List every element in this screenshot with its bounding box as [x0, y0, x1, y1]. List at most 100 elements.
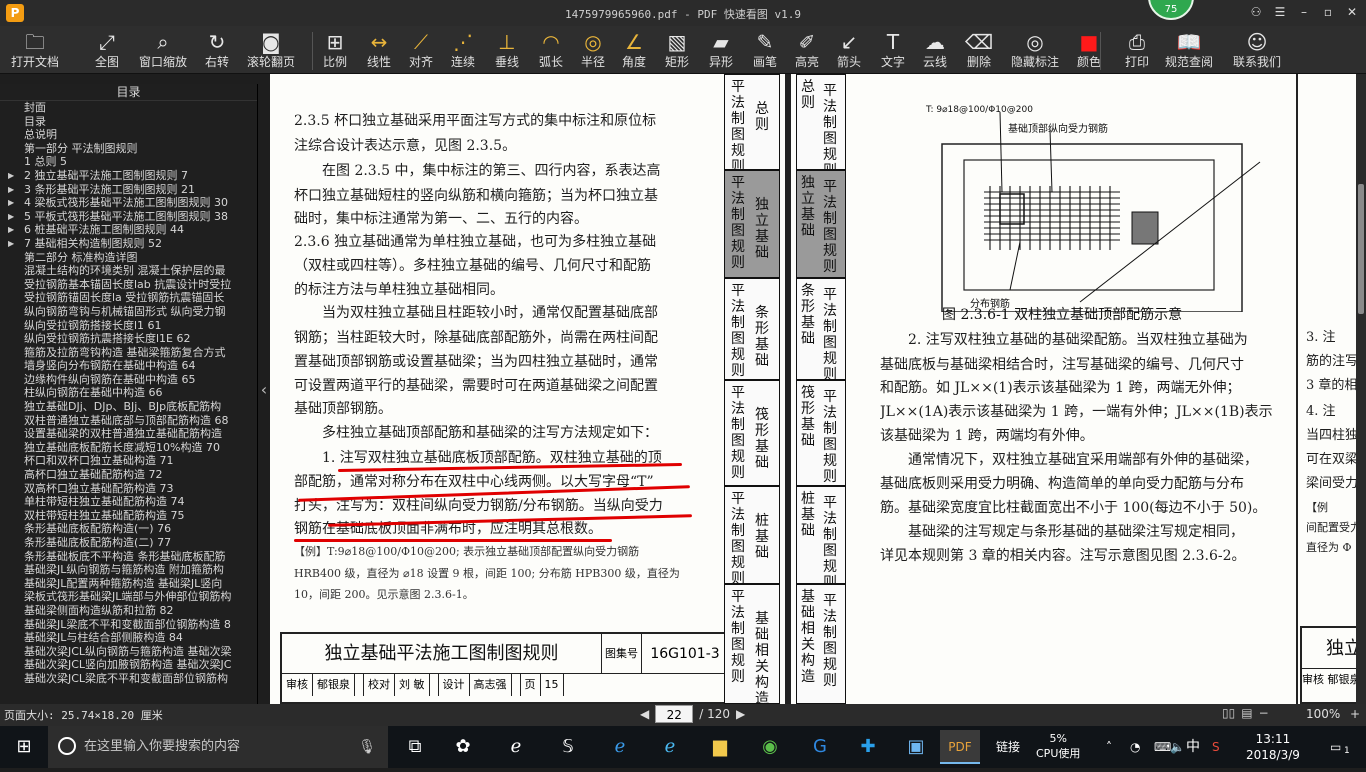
tool-eraser-button[interactable]: ⌫ 删除 [962, 29, 996, 73]
toc-item[interactable]: 基础梁侧面构造纵筋和拉筋 82 [0, 604, 257, 618]
toc-item[interactable]: 边缘构件纵向钢筋在基础中构造 65 [0, 373, 257, 387]
toc-item[interactable]: 双柱普通独立基础底部与顶部配筋构造 68 [0, 414, 257, 428]
toc-item[interactable]: 双高杯口独立基础配筋构造 73 [0, 482, 257, 496]
photo-app-icon[interactable]: ▣ [896, 730, 936, 764]
tool-hide-button[interactable]: ◎ 隐藏标注 [1008, 29, 1062, 73]
toc-item[interactable]: 纵向受拉钢筋搭接长度l1 61 [0, 319, 257, 333]
toc-item[interactable]: 独立基础底板配筋长度减短10%构造 70 [0, 441, 257, 455]
expand-arrow-icon[interactable]: ▶ [8, 169, 14, 183]
tray-up-arrow-icon[interactable]: ˄ [1106, 726, 1112, 768]
toc-item[interactable]: 基础梁JL纵向钢筋与箍筋构造 附加箍筋构 [0, 563, 257, 577]
tool-perpendicular-button[interactable]: ⊥ 垂线 [490, 29, 524, 73]
expand-arrow-icon[interactable]: ▶ [8, 210, 14, 224]
tool-zoom-button[interactable]: ⌕ 窗口缩放 [136, 29, 190, 73]
continuous-view-icon[interactable]: ▤ [1241, 706, 1252, 720]
browser-360-icon[interactable]: ◉ [750, 730, 790, 764]
document-viewer[interactable]: 2.3.5 杯口独立基础采用平面注写方式的集中标注和原位标 注综合设计表达示意，见… [270, 74, 1356, 704]
sogou-ime-icon[interactable]: S [1212, 726, 1220, 768]
g-browser-icon[interactable]: G [800, 730, 840, 764]
tool-scale-button[interactable]: ⊞ 比例 [318, 29, 352, 73]
toc-item[interactable]: 纵向受拉钢筋抗震搭接长度l1E 62 [0, 332, 257, 346]
next-page-icon[interactable]: ▶ [736, 707, 745, 721]
tool-arrow-button[interactable]: ↙ 箭头 [832, 29, 866, 73]
zoom-out-icon[interactable]: − [1259, 706, 1269, 720]
toc-item[interactable]: 基础次梁JCL纵向钢筋与箍筋构造 基础次梁 [0, 645, 257, 659]
notification-center-icon[interactable]: ▭ [1330, 726, 1341, 768]
single-page-view-icon[interactable]: ▯▯ [1222, 706, 1235, 720]
taskbar-search-box[interactable]: 在这里输入你要搜索的内容 🎙 [48, 726, 388, 768]
microphone-icon[interactable]: 🎙 [358, 726, 376, 768]
tool-arc-button[interactable]: ◠ 弧长 [534, 29, 568, 73]
remote-app-icon[interactable]: ✚ [848, 730, 888, 764]
tool-linear-button[interactable]: ↔ 线性 [362, 29, 396, 73]
collapse-sidebar-icon[interactable]: ‹ [258, 378, 270, 402]
tool-mouse-button[interactable]: ◙ 滚轮翻页 [246, 29, 296, 73]
toc-item[interactable]: 独立基础DJj、DJp、BJj、BJp底板配筋构 [0, 400, 257, 414]
toc-item[interactable]: 基础次梁JCL梁底不平和变截面部位钢筋构 [0, 672, 257, 686]
ie-browser-icon[interactable]: ℯ [496, 730, 536, 764]
clock[interactable]: 13:11 2018/3/9 [1246, 731, 1300, 763]
toc-item[interactable]: 设置基础梁的双柱普通独立基础配筋构造 [0, 427, 257, 441]
toc-item[interactable]: ▶ 6 桩基础平法施工图制图规则 44 [0, 223, 257, 237]
tool-contact-button[interactable]: ☺ 联系我们 [1232, 29, 1282, 73]
toc-item[interactable]: 第二部分 标准构造详图 [0, 251, 257, 265]
toc-item[interactable]: 箍筋及拉筋弯钩构造 基础梁箍筋复合方式 [0, 346, 257, 360]
tool-continuous-button[interactable]: ⋰ 连续 [446, 29, 480, 73]
prev-page-icon[interactable]: ◀ [640, 707, 649, 721]
cpu-usage[interactable]: 5% CPU使用 [1036, 731, 1080, 761]
fan-app-icon[interactable]: ✿ [443, 730, 483, 764]
toc-item[interactable]: ▶ 3 条形基础平法施工图制图规则 21 [0, 183, 257, 197]
toc-item[interactable]: 杯口和双杯口独立基础构造 71 [0, 454, 257, 468]
tool-angle-button[interactable]: ∠ 角度 [616, 29, 652, 73]
menu-icon[interactable]: ☰ [1272, 3, 1288, 21]
toc-item[interactable]: 基础次梁JCL竖向加腋钢筋构造 基础次梁JC [0, 658, 257, 672]
task-view-icon[interactable]: ⧉ [395, 730, 435, 764]
tool-polygon-button[interactable]: ▰ 异形 [704, 29, 738, 73]
toc-item[interactable]: 受拉钢筋基本锚固长度lab 抗震设计时受拉 [0, 278, 257, 292]
volume-icon[interactable]: 🔈 [1170, 726, 1185, 768]
toc-item[interactable]: 1 总则 5 [0, 155, 257, 169]
toc-item[interactable]: 基础梁JL与柱结合部侧腋构造 84 [0, 631, 257, 645]
tool-print-button[interactable]: ⎙ 打印 [1120, 29, 1154, 73]
tool-rotate-button[interactable]: ↻ 右转 [200, 29, 234, 73]
toc-item[interactable]: 单柱带短柱独立基础配筋构造 74 [0, 495, 257, 509]
toc-item[interactable]: 双柱带短柱独立基础配筋构造 75 [0, 509, 257, 523]
sogou-icon[interactable]: 𝕊 [548, 730, 588, 764]
toc-item[interactable]: 梁板式筏形基础梁JL端部与外伸部位钢筋构 [0, 590, 257, 604]
toc-item[interactable]: 第一部分 平法制图规则 [0, 142, 257, 156]
user-icon[interactable]: ⚇ [1248, 3, 1264, 21]
tool-folder-button[interactable]: 🗀 打开文档 [6, 29, 64, 73]
tool-book-button[interactable]: 📖 规范查阅 [1164, 29, 1214, 73]
wifi-icon[interactable]: ◔ [1130, 726, 1140, 768]
toc-item[interactable]: 条形基础板底不平构造 条形基础底板配筋 [0, 550, 257, 564]
keyboard-icon[interactable]: ⌨ [1154, 726, 1171, 768]
minimize-button[interactable]: – [1296, 3, 1312, 21]
toc-item[interactable]: ▶ 7 基础相关构造制图规则 52 [0, 237, 257, 251]
toc-item[interactable]: 条形基础底板配筋构造(二) 77 [0, 536, 257, 550]
toc-item[interactable]: 墙身竖向分布钢筋在基础中构造 64 [0, 359, 257, 373]
expand-arrow-icon[interactable]: ▶ [8, 183, 14, 197]
toc-item[interactable]: 目录 [0, 115, 257, 129]
tool-rect-button[interactable]: ▧ 矩形 [660, 29, 694, 73]
maximize-button[interactable]: ▫ [1320, 3, 1336, 21]
expand-arrow-icon[interactable]: ▶ [8, 223, 14, 237]
close-button[interactable]: ✕ [1344, 3, 1360, 21]
tool-highlight-button[interactable]: ✐ 高亮 [790, 29, 824, 73]
link-label[interactable]: 链接 [996, 726, 1020, 768]
ime-indicator[interactable]: 中 [1186, 726, 1200, 768]
zoom-in-icon[interactable]: + [1350, 707, 1360, 721]
vertical-scrollbar[interactable] [1356, 74, 1366, 704]
toc-item[interactable]: 混凝土结构的环境类别 混凝土保护层的最 [0, 264, 257, 278]
toc-item[interactable]: 总说明 [0, 128, 257, 142]
zoom-level[interactable]: 100% [1306, 707, 1340, 721]
tool-fit-button[interactable]: ⤢ 全图 [90, 29, 124, 73]
tool-align-button[interactable]: ⟋ 对齐 [404, 29, 438, 73]
windows-start-icon[interactable]: ⊞ [0, 726, 48, 768]
toc-item[interactable]: 条形基础底板配筋构造(一) 76 [0, 522, 257, 536]
tool-cloud-button[interactable]: ☁ 云线 [918, 29, 952, 73]
toc-item[interactable]: 纵向钢筋弯钩与机械锚固形式 纵向受力钢 [0, 305, 257, 319]
tool-text-button[interactable]: T 文字 [876, 29, 910, 73]
file-explorer-icon[interactable]: ▆ [700, 730, 740, 764]
vertical-scroll-thumb[interactable] [1358, 184, 1364, 314]
pdf-viewer-taskbar-icon[interactable]: PDF [940, 730, 980, 764]
